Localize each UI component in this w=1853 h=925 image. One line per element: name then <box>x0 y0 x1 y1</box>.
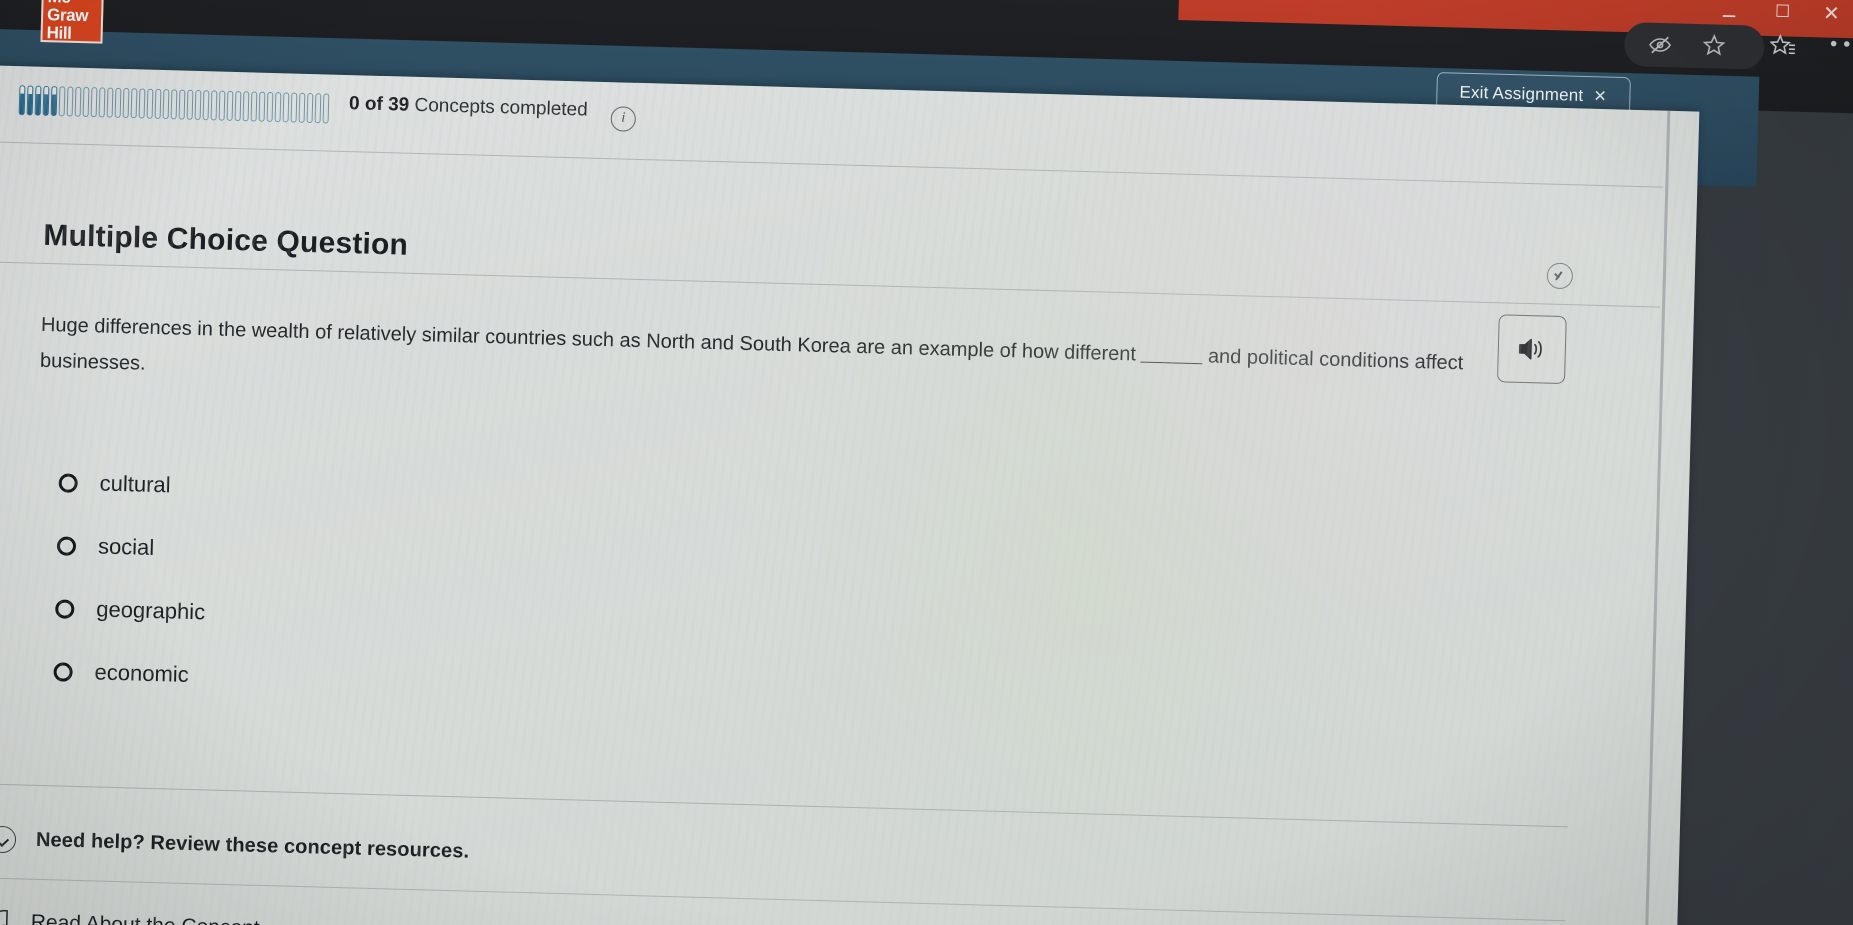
screen-glare-overlay <box>0 64 1700 925</box>
progress-segment <box>306 92 314 123</box>
close-icon: ✕ <box>1593 88 1608 106</box>
book-icon <box>0 908 11 925</box>
progress-count: 0 of 39 <box>348 93 410 116</box>
header-divider <box>0 140 1664 188</box>
progress-segment <box>146 88 154 119</box>
question-divider <box>0 260 1661 308</box>
progress-segment <box>282 91 290 122</box>
progress-caption: Concepts completed <box>414 94 588 121</box>
answer-option-cultural[interactable]: cultural <box>58 467 209 501</box>
radio-button-cultural[interactable] <box>58 472 78 493</box>
question-blank <box>1140 361 1203 365</box>
read-about-concept-link[interactable]: Read About the Concept <box>0 908 260 925</box>
star-icon[interactable] <box>1702 33 1727 63</box>
progress-segment <box>274 91 282 122</box>
answer-option-label: geographic <box>95 596 206 625</box>
speaker-icon <box>1517 336 1548 363</box>
progress-segment <box>298 92 306 123</box>
progress-segment <box>82 86 90 117</box>
logo-line-3: Hill <box>46 23 72 43</box>
content-right-edge <box>1643 110 1671 925</box>
answer-option-social[interactable]: social <box>56 530 208 564</box>
progress-label: 0 of 39 Concepts completed i <box>349 93 637 132</box>
progress-segment <box>18 84 26 115</box>
progress-segment <box>322 92 330 124</box>
radio-button-geographic[interactable] <box>55 598 75 619</box>
progress-segment <box>162 88 170 119</box>
progress-segment <box>266 91 274 122</box>
progress-segment <box>202 89 210 120</box>
progress-segment <box>314 92 322 123</box>
info-icon[interactable]: i <box>610 106 637 132</box>
answer-option-geographic[interactable]: geographic <box>55 593 206 627</box>
progress-segment <box>26 84 34 116</box>
window-close-button[interactable]: ✕ <box>1823 1 1840 25</box>
progress-segment <box>98 86 106 117</box>
read-about-concept-label: Read About the Concept <box>30 910 260 925</box>
progress-segment <box>210 89 218 121</box>
question-text-part1: Huge differences in the wealth of relati… <box>40 313 1137 366</box>
progress-segment <box>58 85 66 116</box>
progress-segment <box>130 87 138 118</box>
assignment-content-sheet: 0 of 39 Concepts completed i Multiple Ch… <box>0 64 1700 925</box>
answer-option-label: social <box>97 533 155 560</box>
progress-segment <box>218 90 226 121</box>
progress-segment <box>42 85 50 116</box>
need-help-toggle[interactable]: Need help? Review these concept resource… <box>0 825 470 866</box>
progress-segment <box>50 85 58 116</box>
progress-bar <box>18 84 330 124</box>
check-circle-icon <box>1546 262 1574 290</box>
answer-option-label: cultural <box>99 470 171 498</box>
progress-segment <box>234 90 242 121</box>
progress-segment <box>258 91 266 122</box>
progress-segment <box>34 85 42 116</box>
progress-segment <box>154 88 162 119</box>
progress-segment <box>290 92 298 123</box>
exit-assignment-label: Exit Assignment <box>1459 82 1584 105</box>
progress-segment <box>226 90 234 121</box>
progress-segment <box>114 87 122 118</box>
eye-off-icon[interactable] <box>1648 33 1673 63</box>
progress-segment <box>178 88 186 120</box>
progress-segment <box>242 90 250 121</box>
progress-segment <box>90 86 98 117</box>
radio-button-social[interactable] <box>56 535 77 556</box>
help-divider-top <box>0 782 1568 828</box>
answer-option-economic[interactable]: economic <box>53 656 204 690</box>
collections-icon[interactable] <box>1769 33 1797 63</box>
answer-options-list: cultural social geographic economic <box>52 467 209 723</box>
progress-segment <box>74 86 82 117</box>
screen-photograph: ─ ☐ ✕ ••• Mc Graw Hill Exit Assignment ✕ <box>0 0 1853 925</box>
progress-segment <box>186 89 194 120</box>
chevron-down-circle-icon <box>0 825 17 854</box>
progress-segment <box>138 87 146 119</box>
progress-segment <box>106 87 114 118</box>
progress-segment <box>122 87 130 118</box>
progress-row: 0 of 39 Concepts completed i <box>18 84 637 132</box>
page-title: Multiple Choice Question <box>42 218 409 262</box>
question-text: Huge differences in the wealth of relati… <box>40 307 1531 419</box>
radio-button-economic[interactable] <box>53 661 73 682</box>
browser-more-button[interactable]: ••• <box>1828 33 1853 56</box>
progress-segment <box>170 88 178 119</box>
need-help-label: Need help? Review these concept resource… <box>35 828 470 863</box>
answer-option-label: economic <box>94 659 190 687</box>
progress-segment <box>66 85 74 117</box>
browser-toolbar-pill <box>1623 22 1765 70</box>
mcgraw-hill-logo: Mc Graw Hill <box>40 0 104 44</box>
window-minimize-button[interactable]: ─ <box>1723 4 1736 28</box>
progress-segment <box>194 89 202 120</box>
window-maximize-button[interactable]: ☐ <box>1775 2 1791 22</box>
audio-read-aloud-button[interactable] <box>1496 314 1567 385</box>
progress-segment <box>250 90 258 122</box>
